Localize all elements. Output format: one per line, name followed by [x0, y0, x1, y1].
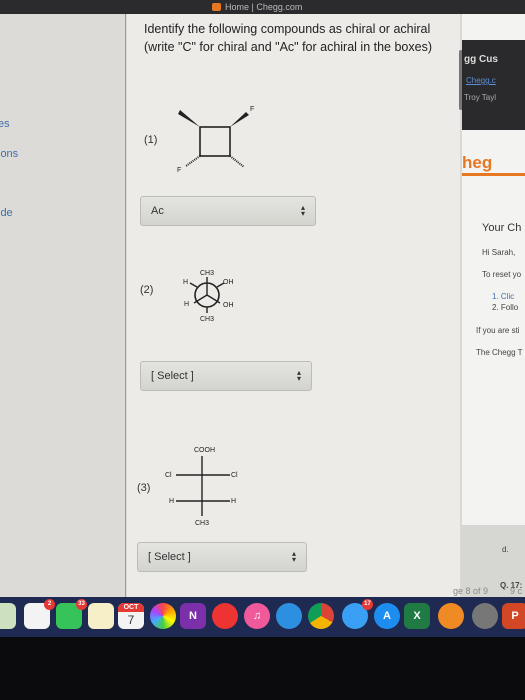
dock-excel-icon[interactable]: X — [404, 603, 430, 629]
select-value: Ac — [151, 205, 164, 217]
email-subject: gg Cus — [464, 54, 498, 65]
badge: 17 — [362, 599, 373, 610]
item-number: (2) — [140, 284, 154, 296]
page-indicator: ge 8 of 9 — [453, 586, 489, 596]
atom-label: OH — [223, 279, 234, 286]
email-text: If you are sti — [476, 326, 520, 335]
quiz-panel: Identify the following compounds as chir… — [127, 14, 475, 597]
item-number: (1) — [144, 134, 158, 146]
select-value: [ Select ] — [151, 370, 194, 382]
window-title[interactable]: Home | Chegg.com — [225, 2, 302, 12]
dock-calendar-icon[interactable]: OCT 7 — [118, 603, 144, 629]
select-arrows-icon: ▴ ▾ — [296, 368, 301, 383]
sidebar: es ions ide — [0, 14, 126, 597]
answer-select-1[interactable]: Ac ▴ ▾ — [140, 196, 316, 226]
dock-maps-icon[interactable] — [0, 603, 16, 629]
chegg-favicon-icon — [212, 3, 221, 11]
atom-label: OH — [223, 302, 234, 309]
email-header: gg Cus Chegg.c Troy Tayl — [462, 40, 525, 130]
dock-reminders-icon[interactable]: 2 — [24, 599, 55, 629]
dock-messages-icon[interactable]: 17 — [342, 599, 373, 629]
atom-label: Cl — [231, 472, 238, 479]
badge: 33 — [76, 599, 87, 610]
dock-launchpad-icon[interactable] — [472, 603, 498, 629]
doc-text: d. — [502, 545, 509, 554]
email-panel: gg Cus Chegg.c Troy Tayl heg Your Ch Hi … — [462, 14, 525, 597]
sidebar-item[interactable]: ide — [0, 207, 13, 219]
atom-label: F — [177, 167, 181, 174]
page-indicator-2: 9 c — [510, 586, 523, 596]
select-value: [ Select ] — [148, 551, 191, 563]
dock-news-icon[interactable] — [212, 603, 238, 629]
item-number: (3) — [137, 482, 151, 494]
atom-label: CH3 — [195, 520, 209, 527]
email-text: The Chegg T — [476, 348, 523, 357]
atom-label: CH3 — [200, 270, 214, 277]
browser-tab-bar: Home | Chegg.com — [0, 0, 525, 14]
dock-facetime-icon[interactable]: 33 — [56, 599, 87, 629]
dock: 2 33 OCT 7 N ♫ 17 A X P — [0, 597, 525, 637]
atom-label: H — [231, 498, 236, 505]
app-letter: N — [189, 610, 197, 622]
atom-label: H — [169, 498, 174, 505]
calendar-month: OCT — [118, 603, 144, 612]
dock-photos-icon[interactable] — [150, 603, 176, 629]
email-step: 2. Follo — [492, 303, 519, 312]
atom-label: CH3 — [200, 316, 214, 323]
dock-chrome-icon[interactable] — [308, 603, 334, 629]
email-text: To reset yo — [482, 270, 522, 279]
atom-label: H — [184, 301, 189, 308]
atom-label: H — [183, 279, 188, 286]
dock-app-store-icon[interactable]: A — [374, 603, 400, 629]
atom-label: F — [250, 106, 254, 113]
dock-powerpoint-icon[interactable]: P — [502, 603, 525, 629]
chegg-logo: heg — [462, 153, 493, 172]
molecule-3-fischer: COOH Cl Cl H H CH3 — [165, 447, 238, 527]
sender-link[interactable]: Chegg.c — [466, 76, 496, 85]
email-step-link[interactable]: 1. Clic — [492, 292, 514, 301]
dock-safari-icon[interactable] — [276, 603, 302, 629]
app-letter: P — [511, 610, 519, 622]
dock-notes-icon[interactable] — [88, 603, 114, 629]
email-greeting: Hi Sarah, — [482, 248, 516, 257]
question-text: Identify the following compounds as chir… — [144, 22, 432, 54]
atom-label: Cl — [165, 472, 172, 479]
badge: 2 — [44, 599, 55, 610]
answer-select-2[interactable]: [ Select ] ▴ ▾ — [140, 361, 312, 391]
select-arrows-icon: ▴ ▾ — [291, 549, 296, 564]
recipient: Troy Tayl — [464, 93, 497, 102]
molecule-1-cyclobutane: F F — [177, 106, 254, 174]
dock-music-icon[interactable]: ♫ — [244, 603, 270, 629]
dock-books-icon[interactable] — [438, 603, 464, 629]
email-title: Your Ch — [482, 222, 522, 234]
molecule-2-newman: CH3 H OH H OH CH3 — [183, 270, 234, 323]
dock-onenote-icon[interactable]: N — [180, 603, 206, 629]
atom-label: COOH — [194, 447, 215, 454]
screen: es ions ide Identify the following compo… — [0, 14, 525, 597]
sidebar-item[interactable]: es — [0, 118, 10, 130]
answer-select-3[interactable]: [ Select ] ▴ ▾ — [137, 542, 307, 572]
app-letter: X — [413, 610, 421, 622]
sidebar-item[interactable]: ions — [0, 148, 18, 160]
calendar-day: 7 — [127, 613, 135, 627]
select-arrows-icon: ▴ ▾ — [300, 203, 305, 218]
logo-underline — [462, 173, 525, 176]
